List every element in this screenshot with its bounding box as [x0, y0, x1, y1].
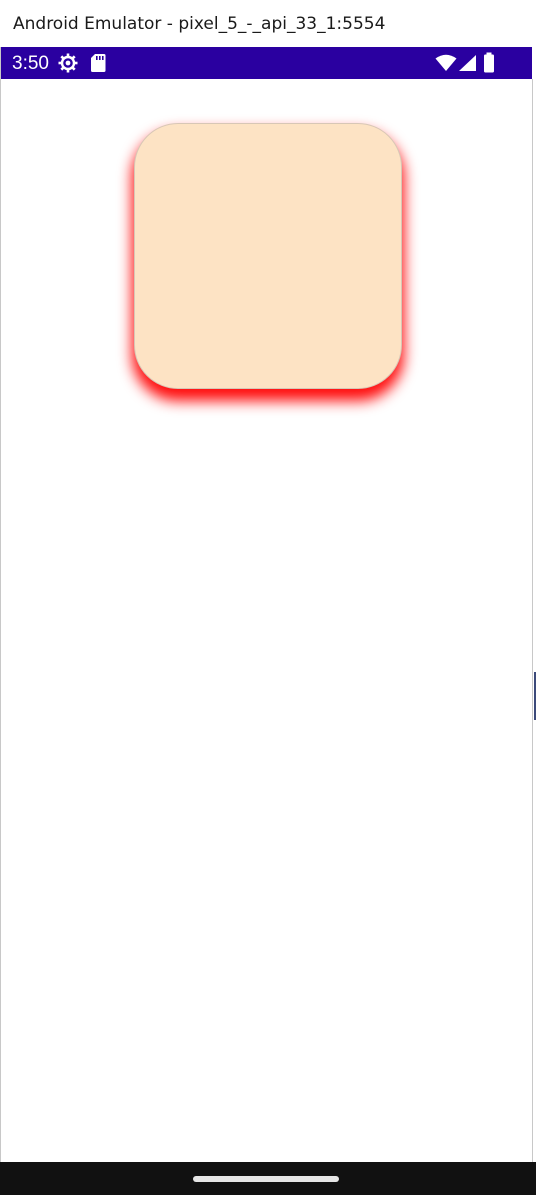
settings-gear-icon: [57, 52, 79, 79]
window-title: Android Emulator - pixel_5_-_api_33_1:55…: [13, 14, 386, 34]
window-title-bar[interactable]: Android Emulator - pixel_5_-_api_33_1:55…: [0, 0, 532, 48]
android-status-bar: 3:50: [1, 47, 532, 79]
wifi-icon: [435, 54, 457, 77]
battery-icon: [483, 52, 495, 78]
status-time: 3:50: [12, 53, 49, 74]
cellular-signal-icon: [458, 54, 477, 77]
emulator-window: Android Emulator - pixel_5_-_api_33_1:55…: [0, 0, 536, 1195]
home-gesture-handle[interactable]: [193, 1176, 339, 1182]
shadow-box: [134, 123, 402, 389]
android-navigation-bar: [0, 1162, 536, 1195]
sd-card-icon: [90, 53, 106, 78]
